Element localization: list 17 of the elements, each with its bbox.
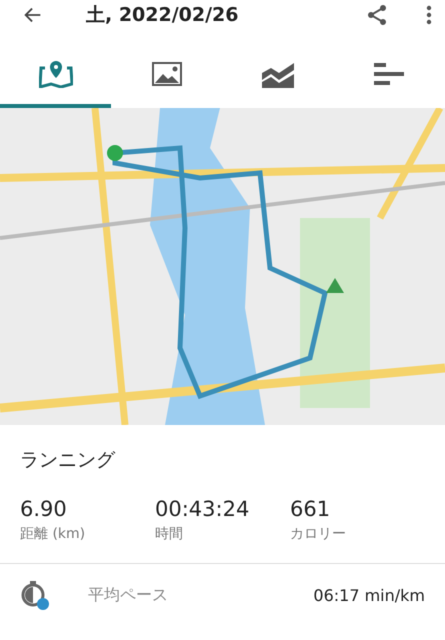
pace-value: 06:17 min/km	[313, 586, 425, 604]
area-chart-icon	[261, 60, 296, 88]
image-icon	[152, 62, 182, 86]
share-icon[interactable]	[365, 3, 389, 27]
activity-type: ランニング	[19, 448, 116, 473]
stat-value: 6.90	[20, 497, 68, 521]
stat-value: 00:43:24	[155, 497, 250, 521]
stat-value: 661	[290, 497, 332, 521]
stat-label: 距離 (km)	[20, 525, 86, 543]
screen-title: 土, 2022/02/26	[86, 3, 240, 28]
stat-label: カロリー	[290, 525, 347, 543]
stopwatch-icon	[20, 580, 50, 610]
more-icon[interactable]	[425, 4, 433, 26]
pace-label: 平均ペース	[88, 584, 169, 606]
map-pin-icon	[38, 60, 73, 88]
stat-label: 時間	[155, 525, 184, 543]
bars-icon	[374, 62, 404, 86]
